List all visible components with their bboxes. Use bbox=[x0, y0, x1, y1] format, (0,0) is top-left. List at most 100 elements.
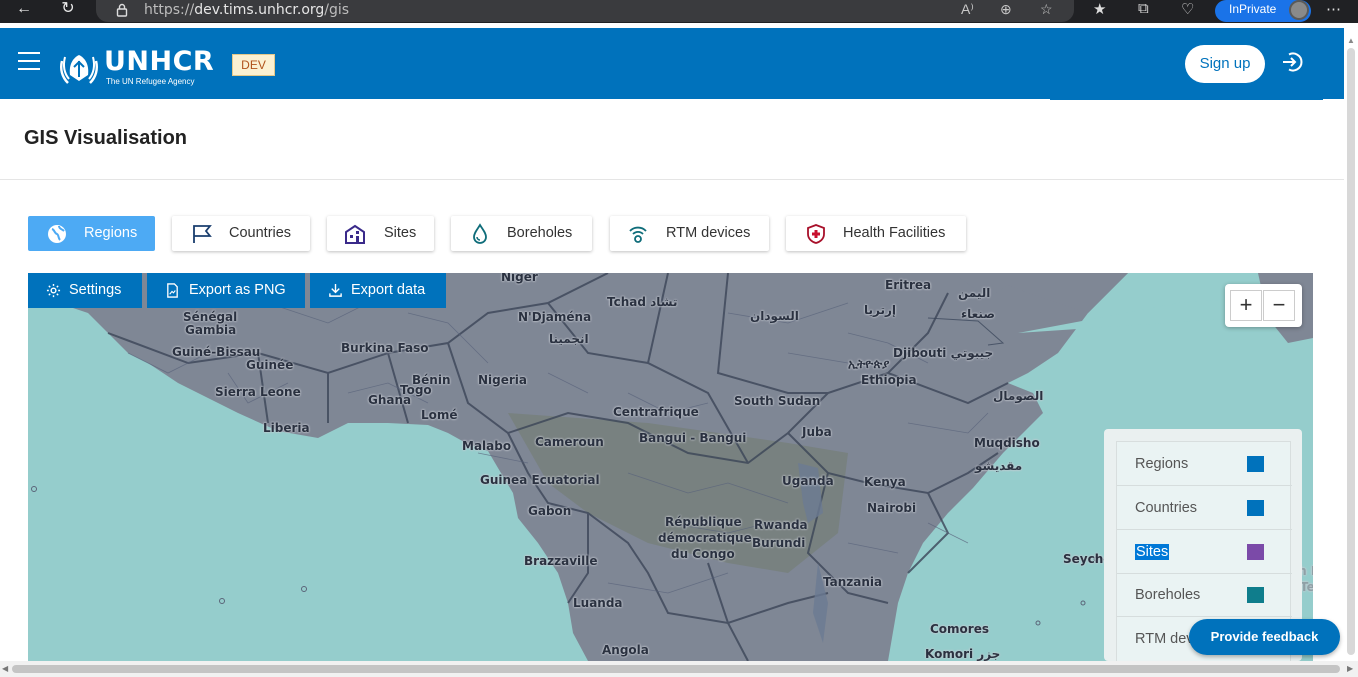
logo-subtitle: The UN Refugee Agency bbox=[106, 77, 195, 86]
tab-health-facilities[interactable]: Health Facilities bbox=[786, 216, 966, 251]
page-title: GIS Visualisation bbox=[24, 127, 188, 149]
zoom-icon[interactable]: ⊕ bbox=[1000, 1, 1012, 18]
map-label: Centrafrique bbox=[613, 405, 699, 419]
tab-sites[interactable]: Sites bbox=[327, 216, 434, 251]
horizontal-scrollbar[interactable]: ◀ ▶ bbox=[0, 661, 1358, 677]
tab-label: Countries bbox=[229, 225, 292, 241]
export-png-button[interactable]: Export as PNG bbox=[147, 273, 305, 308]
map-label: Nairobi bbox=[867, 501, 917, 515]
map-label: Bangui - Bangui bbox=[639, 431, 747, 445]
tab-label: Health Facilities bbox=[843, 225, 946, 241]
map-label: Lomé bbox=[421, 408, 458, 422]
inprivate-label: InPrivate bbox=[1229, 2, 1277, 16]
read-aloud-icon[interactable]: A⁾ bbox=[961, 1, 974, 18]
map-label: République bbox=[665, 515, 742, 529]
back-icon[interactable]: ← bbox=[12, 0, 36, 20]
map-label: Comores bbox=[930, 622, 989, 636]
inprivate-badge[interactable]: InPrivate bbox=[1215, 0, 1311, 22]
horizontal-scroll-thumb[interactable] bbox=[12, 665, 1340, 673]
map-label: Niger bbox=[501, 273, 538, 284]
download-icon bbox=[329, 283, 342, 297]
flag-icon bbox=[193, 225, 212, 243]
map-label: Guinée bbox=[246, 358, 294, 372]
tab-label: RTM devices bbox=[666, 225, 751, 241]
zoom-in-button[interactable]: + bbox=[1230, 290, 1262, 321]
settings-label: Settings bbox=[69, 282, 122, 298]
tab-rtm-devices[interactable]: RTM devices bbox=[610, 216, 769, 251]
water-drop-icon bbox=[473, 223, 487, 244]
map-label: Burundi bbox=[752, 536, 806, 550]
map-label: Nigeria bbox=[478, 373, 528, 387]
legend-swatch bbox=[1247, 544, 1264, 560]
tab-boreholes[interactable]: Boreholes bbox=[451, 216, 592, 251]
map-label: Sénégal bbox=[183, 310, 238, 324]
environment-badge: DEV bbox=[232, 54, 275, 76]
map-label: السودان bbox=[750, 309, 799, 323]
legend-item-countries[interactable]: Countries bbox=[1117, 486, 1292, 530]
map-label: Luanda bbox=[573, 596, 623, 610]
address-bar[interactable]: https://dev.tims.unhcr.org/gis A⁾ ⊕ ☆ bbox=[96, 0, 1074, 22]
map-label: Guinea Ecuatorial bbox=[480, 473, 600, 487]
map-label: Gambia bbox=[185, 323, 237, 337]
logo-wordmark[interactable]: UNHCR bbox=[104, 48, 214, 76]
provide-feedback-button[interactable]: Provide feedback bbox=[1189, 619, 1340, 655]
signup-button[interactable]: Sign up bbox=[1185, 45, 1265, 83]
export-data-button[interactable]: Export data bbox=[310, 273, 446, 308]
divider bbox=[0, 179, 1344, 180]
map-label: Cameroun bbox=[535, 435, 604, 449]
hamburger-menu-icon[interactable] bbox=[18, 52, 40, 70]
legend-label: Boreholes bbox=[1135, 587, 1201, 603]
map-label: Juba bbox=[802, 425, 832, 439]
health-icon[interactable]: ♡ bbox=[1181, 0, 1194, 18]
map-label: صنعاء bbox=[961, 307, 995, 321]
settings-button[interactable]: Settings bbox=[28, 273, 142, 308]
map-label: مقديشو bbox=[975, 459, 1023, 473]
map-label: Guiné-Bissau bbox=[172, 345, 261, 359]
map-label: الصومال bbox=[993, 389, 1044, 403]
legend-swatch bbox=[1247, 500, 1264, 516]
vertical-scroll-thumb[interactable] bbox=[1347, 48, 1355, 655]
map-label: انجمينا bbox=[549, 332, 589, 346]
map-label: Uganda bbox=[782, 474, 834, 488]
login-icon[interactable] bbox=[1280, 50, 1304, 74]
tab-regions[interactable]: Regions bbox=[28, 216, 155, 251]
legend-item-regions[interactable]: Regions bbox=[1117, 442, 1292, 486]
zoom-out-button[interactable]: − bbox=[1263, 290, 1295, 321]
favorites-icon[interactable]: ★ bbox=[1093, 0, 1106, 18]
legend-item-sites[interactable]: Sites bbox=[1117, 530, 1292, 574]
favorite-icon[interactable]: ☆ bbox=[1040, 1, 1053, 18]
refresh-icon[interactable]: ↻ bbox=[56, 0, 80, 20]
legend-swatch bbox=[1247, 587, 1264, 603]
url-text: https://dev.tims.unhcr.org/gis bbox=[144, 2, 350, 18]
globe-icon bbox=[48, 225, 66, 243]
building-icon bbox=[345, 224, 365, 244]
gear-icon bbox=[46, 283, 61, 298]
map-label: Liberia bbox=[263, 421, 310, 435]
map-label: Ethiopia bbox=[861, 373, 917, 387]
collections-icon[interactable]: ⧉ bbox=[1138, 0, 1149, 17]
export-data-label: Export data bbox=[351, 282, 426, 298]
map-view[interactable]: Niger Tchad تشاد Sénégal Gambia N'Djamén… bbox=[28, 273, 1313, 661]
map-label: Sierra Leone bbox=[215, 385, 301, 399]
lock-icon bbox=[116, 3, 128, 17]
wifi-sensor-icon bbox=[629, 226, 647, 243]
file-image-icon bbox=[167, 283, 178, 298]
map-label: Muqdisho bbox=[974, 436, 1040, 450]
map-label: Malabo bbox=[462, 439, 512, 453]
legend-label: Countries bbox=[1135, 500, 1198, 516]
browser-toolbar: ← ↻ https://dev.tims.unhcr.org/gis A⁾ ⊕ … bbox=[0, 0, 1358, 23]
map-label: Komori جزر bbox=[925, 647, 1001, 661]
tab-countries[interactable]: Countries bbox=[172, 216, 310, 251]
export-png-label: Export as PNG bbox=[189, 282, 286, 298]
zoom-control: + − bbox=[1225, 284, 1302, 327]
map-label: Gabon bbox=[528, 504, 572, 518]
legend-label: Sites bbox=[1135, 544, 1170, 560]
header-accent-line bbox=[1050, 98, 1323, 100]
health-shield-icon bbox=[807, 224, 825, 244]
legend-swatch bbox=[1247, 456, 1264, 472]
map-label: Tchad تشاد bbox=[607, 295, 678, 309]
map-label: Tanzania bbox=[823, 575, 883, 589]
map-label: Rwanda bbox=[754, 518, 808, 532]
legend-item-boreholes[interactable]: Boreholes bbox=[1117, 573, 1292, 617]
more-icon[interactable]: ⋯ bbox=[1326, 0, 1341, 18]
